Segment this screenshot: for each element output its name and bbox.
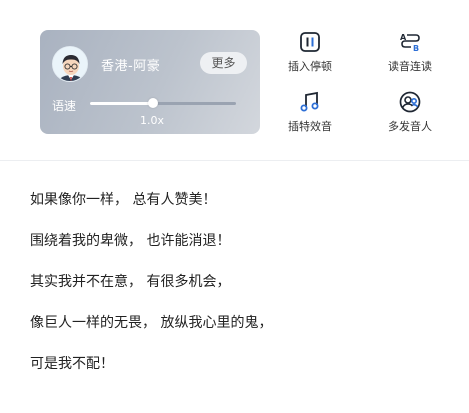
multi-speaker-button[interactable]: 多发音人 <box>375 90 445 134</box>
svg-text:B: B <box>413 44 419 53</box>
insert-pause-button[interactable]: 插入停顿 <box>275 30 345 74</box>
text-line: 其实我并不在意， 有很多机会， <box>30 274 231 290</box>
insert-pause-label: 插入停顿 <box>288 60 332 73</box>
text-line: 如果像你一样， 总有人赞美！ <box>30 192 217 208</box>
speed-slider[interactable] <box>90 97 236 109</box>
text-line: 像巨人一样的无畏， 放纵我心里的鬼， <box>30 315 273 331</box>
text-line: 围绕着我的卑微， 也许能消退！ <box>30 233 231 249</box>
multi-speaker-label: 多发音人 <box>388 120 432 133</box>
multi-speaker-icon <box>398 90 422 114</box>
linked-reading-button[interactable]: A B 读音连读 <box>375 30 445 74</box>
more-voices-button[interactable]: 更多 <box>200 52 247 74</box>
linked-reading-label: 读音连读 <box>388 60 432 73</box>
speed-label: 语速 <box>52 99 77 113</box>
voice-card[interactable]: 香港-阿豪 更多 语速 1.0x <box>40 30 260 134</box>
text-line: 可是我不配！ <box>30 356 114 372</box>
voice-name: 香港-阿豪 <box>101 59 161 74</box>
toolbar-panel: 香港-阿豪 更多 语速 1.0x 插入停顿 A B 读音连读 插特效音 多发音人 <box>0 0 469 160</box>
insert-sound-effect-label: 插特效音 <box>288 120 332 133</box>
music-note-icon <box>298 90 322 114</box>
speed-value: 1.0x <box>140 114 165 127</box>
divider <box>0 160 469 161</box>
pause-insert-icon <box>298 30 322 54</box>
text-content[interactable]: 如果像你一样， 总有人赞美！ 围绕着我的卑微， 也许能消退！ 其实我并不在意， … <box>30 190 272 395</box>
speed-slider-handle[interactable] <box>147 98 158 108</box>
speed-slider-fill <box>90 102 153 105</box>
avatar <box>52 46 88 82</box>
linked-reading-icon: A B <box>398 30 422 54</box>
insert-sound-effect-button[interactable]: 插特效音 <box>275 90 345 134</box>
